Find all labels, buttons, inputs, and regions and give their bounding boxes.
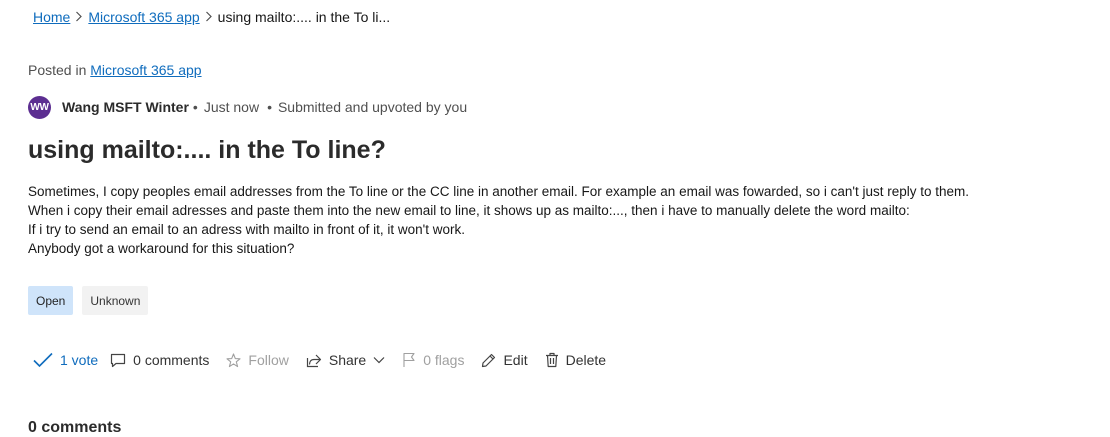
share-icon <box>306 354 321 367</box>
post-body-line: Anybody got a workaround for this situat… <box>28 241 295 256</box>
delete-label: Delete <box>565 352 607 368</box>
breadcrumb: Home Microsoft 365 app using mailto:....… <box>33 9 390 25</box>
checkmark-icon <box>33 352 53 368</box>
breadcrumb-home-link[interactable]: Home <box>33 9 70 25</box>
page-title: using mailto:.... in the To line? <box>28 136 386 164</box>
comment-icon <box>111 353 126 367</box>
trash-icon <box>545 352 558 368</box>
type-badge[interactable]: Unknown <box>82 286 149 315</box>
follow-label: Follow <box>248 352 289 368</box>
posted-in-link[interactable]: Microsoft 365 app <box>90 62 201 78</box>
separator-dot: • <box>192 99 198 115</box>
breadcrumb-current: using mailto:.... in the To li... <box>217 9 391 25</box>
edit-label: Edit <box>503 352 528 368</box>
tag-list: Open Unknown <box>28 286 149 315</box>
share-button[interactable]: Share <box>306 352 385 368</box>
chevron-right-icon <box>202 9 216 25</box>
flag-icon <box>403 352 415 367</box>
vote-label: 1 vote <box>60 352 99 368</box>
post-status: Submitted and upvoted by you <box>277 99 468 115</box>
status-badge[interactable]: Open <box>28 286 74 315</box>
vote-button[interactable]: 1 vote <box>33 352 98 368</box>
follow-button[interactable]: Follow <box>226 352 289 368</box>
post-meta: WW Wang MSFT Winter • Just now • Submitt… <box>28 95 467 119</box>
post-body-line: If i try to send an email to an adress w… <box>28 222 466 237</box>
star-icon <box>226 352 241 367</box>
breadcrumb-category-link[interactable]: Microsoft 365 app <box>88 9 199 25</box>
delete-button[interactable]: Delete <box>545 352 606 368</box>
edit-button[interactable]: Edit <box>481 352 528 368</box>
post-body-line: When i copy their email adresses and pas… <box>28 203 910 218</box>
author-name[interactable]: Wang MSFT Winter <box>62 99 189 115</box>
chevron-right-icon <box>72 9 86 25</box>
chevron-down-icon <box>373 357 385 364</box>
comments-label: 0 comments <box>133 352 210 368</box>
post-body-line: Sometimes, I copy peoples email addresse… <box>28 184 970 199</box>
flags-label: 0 flags <box>423 352 465 368</box>
comments-heading: 0 comments <box>28 419 122 436</box>
pencil-icon <box>482 353 496 367</box>
comments-button[interactable]: 0 comments <box>110 352 209 368</box>
posted-in: Posted in Microsoft 365 app <box>28 62 202 78</box>
flag-button[interactable]: 0 flags <box>402 352 464 368</box>
action-bar: 1 vote 0 comments Follow Share 0 flags E… <box>33 352 623 368</box>
share-label: Share <box>328 352 367 368</box>
posted-in-label: Posted in <box>28 62 87 78</box>
post-time: Just now <box>203 99 260 115</box>
avatar[interactable]: WW <box>28 95 51 119</box>
separator-dot: • <box>267 99 272 115</box>
post-body: Sometimes, I copy peoples email addresse… <box>28 182 1088 258</box>
